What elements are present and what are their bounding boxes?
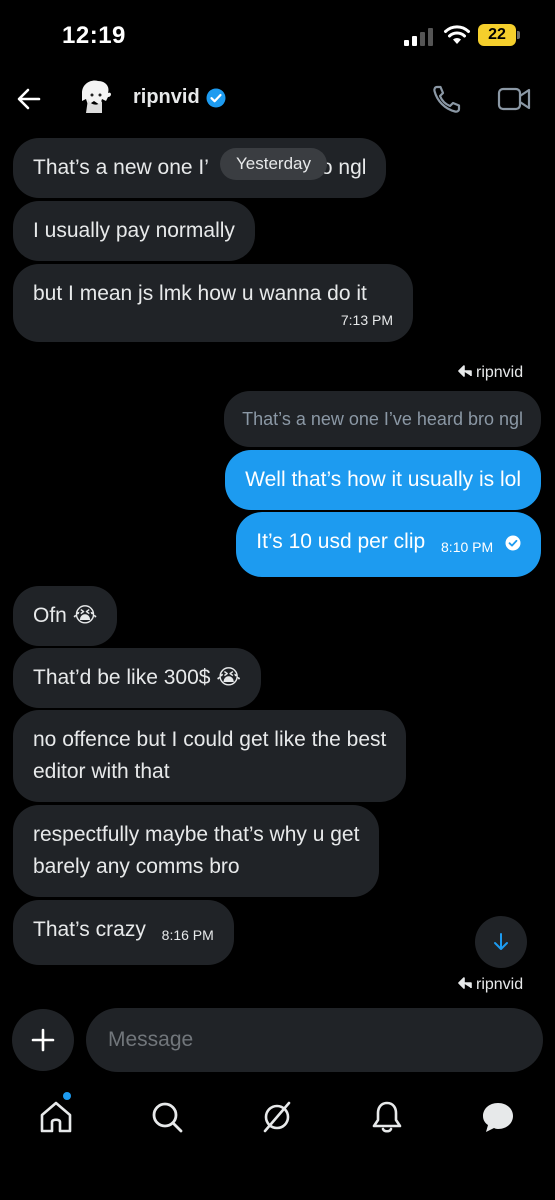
notifications-icon[interactable] (367, 1097, 407, 1137)
message-text-line: no offence but I could get like the best (33, 728, 387, 751)
messages-icon[interactable] (478, 1097, 518, 1137)
incoming-message[interactable]: Ofn 😭 (13, 586, 118, 646)
back-arrow-icon[interactable] (14, 84, 44, 114)
reply-to-name: ripnvid (476, 364, 524, 381)
outgoing-message[interactable]: Well that’s how it usually is lol (225, 450, 541, 510)
message-timestamp: 8:10 PM (441, 539, 494, 555)
message-timestamp: 7:13 PM (340, 312, 393, 328)
message-text: That’s crazy (33, 918, 146, 941)
incoming-message[interactable]: That’s crazy 8:16 PM (13, 900, 234, 965)
status-time: 12:19 (62, 22, 126, 49)
date-separator: Yesterday (220, 148, 327, 180)
quoted-text: That’s a new one I’ve heard bro ngl (242, 409, 523, 429)
notification-dot (63, 1092, 71, 1100)
wifi-icon (444, 25, 470, 44)
message-text: Ofn (33, 604, 67, 627)
reply-indicator: ripnvid (458, 364, 523, 382)
message-text: I usually pay normally (33, 219, 235, 242)
battery-cap (517, 31, 520, 39)
home-icon[interactable] (36, 1097, 76, 1137)
reply-to-name: ripnvid (476, 976, 524, 993)
contact-name[interactable]: ripnvid (133, 86, 200, 109)
incoming-message[interactable]: That’d be like 300$ 😭 (13, 648, 261, 708)
incoming-message[interactable]: I usually pay normally (13, 201, 255, 261)
message-text-start: That’s a new one I’ (33, 156, 209, 179)
incoming-message[interactable]: That’s a new one I’ o ngl (13, 138, 387, 198)
message-text-line: editor with that (33, 760, 170, 783)
message-text: It’s 10 usd per clip (256, 530, 426, 553)
read-receipt-icon (505, 535, 521, 551)
crying-emoji: 😭 (72, 604, 98, 627)
reply-icon (458, 977, 472, 989)
message-text-line: barely any comms bro (33, 855, 240, 878)
verified-badge-icon (206, 88, 226, 108)
message-timestamp: 8:16 PM (161, 927, 214, 943)
quoted-message[interactable]: That’s a new one I’ve heard bro ngl (224, 391, 541, 447)
message-text: That’d be like 300$ (33, 666, 211, 689)
chat-header: ripnvid (0, 70, 555, 132)
message-text: Well that’s how it usually is lol (245, 468, 521, 491)
grok-icon[interactable] (257, 1097, 297, 1137)
outgoing-message[interactable]: It’s 10 usd per clip 8:10 PM (236, 512, 541, 577)
incoming-message[interactable]: but I mean js lmk how u wanna do it 7:13… (13, 264, 413, 342)
message-composer (0, 1005, 555, 1075)
add-attachment-button[interactable] (12, 1009, 74, 1071)
phone-call-icon[interactable] (430, 82, 464, 116)
incoming-message[interactable]: no offence but I could get like the best… (13, 710, 407, 802)
plus-icon (31, 1028, 55, 1052)
message-text: but I mean js lmk how u wanna do it (33, 282, 367, 305)
battery-level: 22 (488, 26, 506, 43)
cellular-signal-icon (404, 28, 433, 46)
message-text-end: o ngl (320, 156, 367, 179)
reply-indicator: ripnvid (458, 976, 523, 994)
avatar[interactable] (72, 75, 116, 119)
message-text-line: respectfully maybe that’s why u get (33, 823, 360, 846)
scroll-to-bottom-button[interactable] (475, 916, 527, 968)
video-call-icon[interactable] (496, 84, 532, 114)
avatar-image (82, 80, 111, 113)
crying-emoji: 😭 (216, 666, 241, 689)
incoming-message[interactable]: respectfully maybe that’s why u get bare… (13, 805, 380, 897)
search-icon[interactable] (147, 1097, 187, 1137)
arrow-down-icon (494, 933, 508, 950)
bottom-tab-bar (0, 1085, 555, 1200)
reply-icon (458, 365, 472, 377)
message-input[interactable] (86, 1008, 543, 1072)
status-bar: 12:19 22 (0, 0, 555, 70)
